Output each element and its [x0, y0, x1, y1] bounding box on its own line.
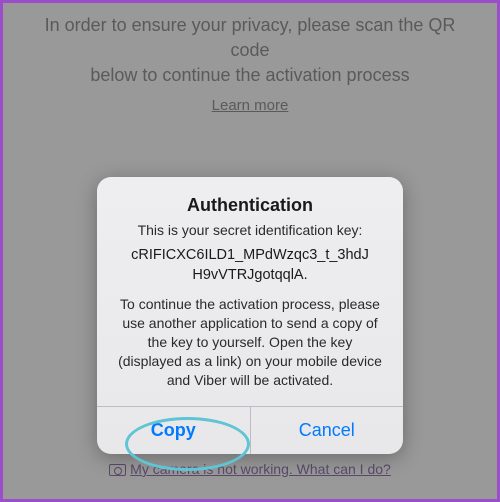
modal-button-row: Copy Cancel: [97, 406, 403, 454]
cancel-button[interactable]: Cancel: [251, 407, 404, 454]
learn-more-link[interactable]: Learn more: [3, 97, 497, 114]
camera-help-link[interactable]: My camera is not working. What can I do?: [3, 461, 497, 477]
copy-button[interactable]: Copy: [97, 407, 251, 454]
privacy-instruction: In order to ensure your privacy, please …: [3, 13, 497, 89]
modal-subtitle: This is your secret identification key:: [97, 222, 403, 246]
modal-title: Authentication: [97, 177, 403, 222]
authentication-modal: Authentication This is your secret ident…: [97, 177, 403, 454]
secret-key-text: cRIFICXC6ILD1_MPdWzqc3_t_3hdJH9vVTRJgotq…: [97, 246, 403, 295]
camera-icon: [109, 464, 124, 476]
modal-instructions: To continue the activation process, plea…: [97, 295, 403, 405]
